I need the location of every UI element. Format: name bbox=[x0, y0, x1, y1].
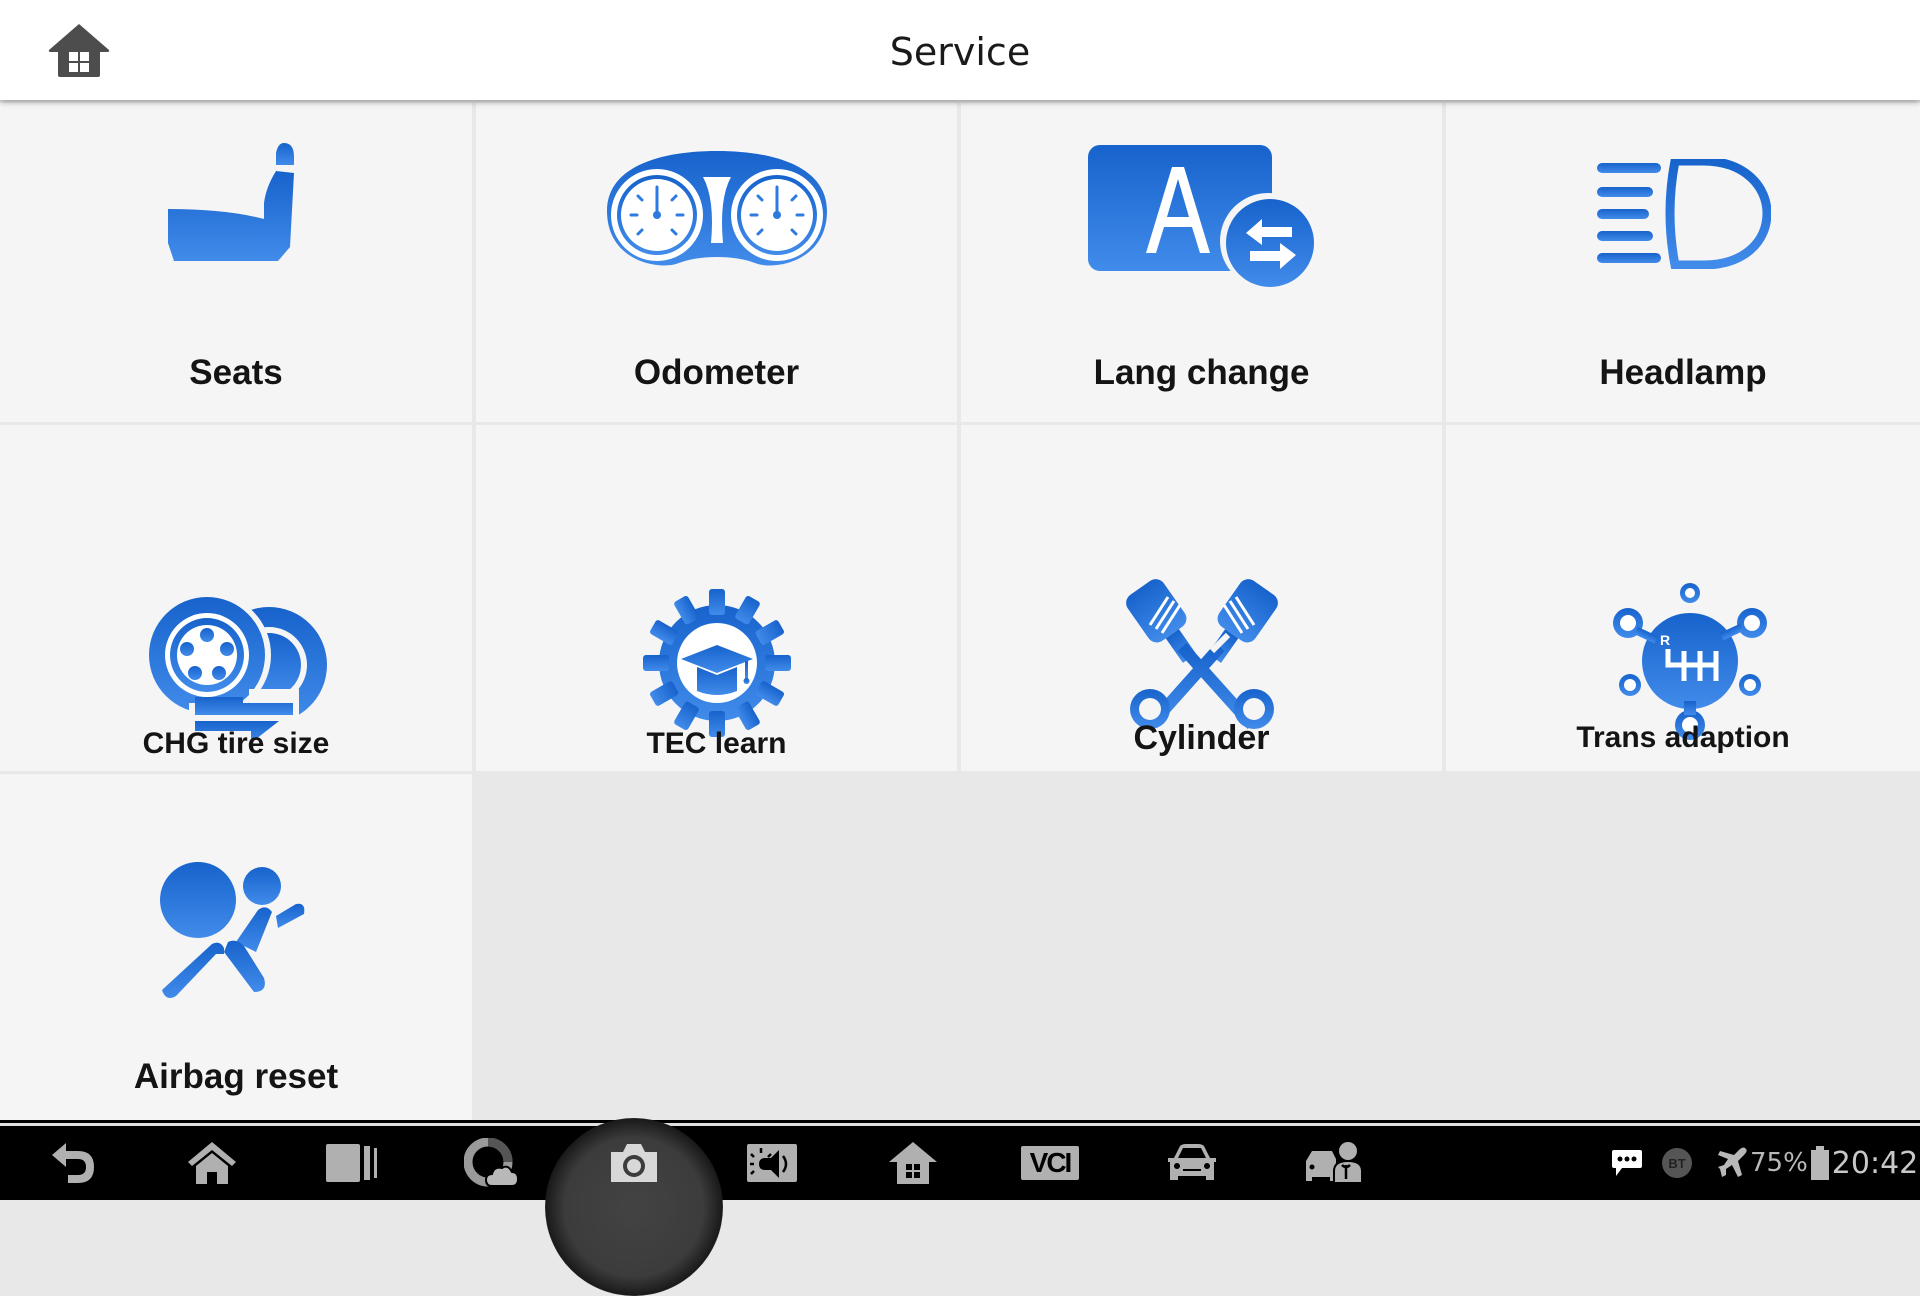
tile-label: CHG tire size bbox=[142, 727, 330, 760]
service-grid: Seats Odometer Lang change Headlamp CHG … bbox=[0, 100, 1920, 1120]
airbag-icon bbox=[160, 862, 305, 998]
page-title: Service bbox=[889, 30, 1031, 74]
home-icon bbox=[48, 24, 110, 77]
tile-label: Odometer bbox=[633, 353, 800, 392]
nav-screenshot-button[interactable] bbox=[594, 1126, 674, 1200]
tile-tec-learn[interactable]: TEC learn bbox=[476, 425, 957, 771]
nav-recent-apps-button[interactable] bbox=[314, 1126, 394, 1200]
nav-autel-home-button[interactable] bbox=[873, 1126, 953, 1200]
back-icon bbox=[52, 1143, 94, 1183]
tile-label: Trans adaption bbox=[1576, 721, 1790, 754]
home-button[interactable] bbox=[46, 22, 112, 78]
bt-label: BT bbox=[1668, 1155, 1686, 1171]
house-grid-icon bbox=[889, 1142, 937, 1184]
status-area: BT 75% 20:42 bbox=[1610, 1126, 1918, 1200]
svg-text:R: R bbox=[1660, 632, 1670, 648]
nav-home-button[interactable] bbox=[172, 1126, 252, 1200]
tile-headlamp[interactable]: Headlamp bbox=[1446, 103, 1920, 422]
tile-label: Lang change bbox=[1093, 353, 1310, 392]
nav-vehicle-button[interactable] bbox=[1152, 1126, 1232, 1200]
home-icon bbox=[188, 1142, 236, 1184]
nav-cloud-button[interactable] bbox=[452, 1126, 532, 1200]
system-navigation-bar: VCI BT 75% 20:42 bbox=[0, 1118, 1920, 1296]
tile-seats[interactable]: Seats bbox=[0, 103, 472, 422]
recent-apps-icon bbox=[326, 1144, 377, 1182]
battery-percent: 75% bbox=[1750, 1148, 1808, 1178]
message-icon bbox=[1612, 1150, 1642, 1176]
header-bar: Service bbox=[0, 0, 1920, 100]
tile-chg-tire-size[interactable]: CHG tire size bbox=[0, 425, 472, 771]
tile-odometer[interactable]: Odometer bbox=[476, 103, 957, 422]
vci-icon: VCI bbox=[1021, 1146, 1079, 1180]
car-icon bbox=[1168, 1144, 1216, 1180]
tire-size-icon bbox=[147, 593, 327, 745]
transmission-icon: R bbox=[1613, 583, 1767, 740]
tile-lang-change[interactable]: Lang change bbox=[961, 103, 1442, 422]
tile-cylinder[interactable]: Cylinder bbox=[961, 425, 1442, 771]
tile-label: Cylinder bbox=[1133, 719, 1270, 757]
tile-label: Headlamp bbox=[1599, 353, 1767, 392]
airplane-icon bbox=[1718, 1147, 1747, 1177]
tile-trans-adaption[interactable]: R Trans adaption bbox=[1446, 425, 1920, 771]
odometer-icon bbox=[606, 151, 827, 266]
tec-learn-icon bbox=[642, 589, 791, 737]
nav-display-sound-button[interactable] bbox=[732, 1126, 812, 1200]
tile-airbag-reset[interactable]: Airbag reset bbox=[0, 774, 472, 1120]
empty-area bbox=[472, 774, 1920, 1120]
tile-label: TEC learn bbox=[646, 727, 787, 760]
seat-icon bbox=[168, 143, 294, 261]
vci-label: VCI bbox=[1029, 1147, 1073, 1178]
bluetooth-badge: BT bbox=[1662, 1148, 1692, 1178]
nav-technician-button[interactable] bbox=[1294, 1126, 1374, 1200]
cloud-icon bbox=[464, 1138, 520, 1187]
headlamp-icon bbox=[1597, 159, 1771, 269]
tile-label: Seats bbox=[189, 353, 283, 392]
camera-icon bbox=[611, 1144, 657, 1182]
clock: 20:42 bbox=[1831, 1145, 1919, 1181]
cylinder-icon bbox=[1125, 579, 1278, 730]
brightness-volume-icon bbox=[747, 1144, 797, 1182]
tile-label: Airbag reset bbox=[133, 1057, 339, 1096]
car-technician-icon bbox=[1306, 1142, 1363, 1184]
language-change-icon bbox=[1087, 145, 1316, 287]
battery-icon bbox=[1810, 1146, 1829, 1180]
nav-vci-button[interactable]: VCI bbox=[1010, 1126, 1090, 1200]
nav-back-button[interactable] bbox=[35, 1126, 115, 1200]
